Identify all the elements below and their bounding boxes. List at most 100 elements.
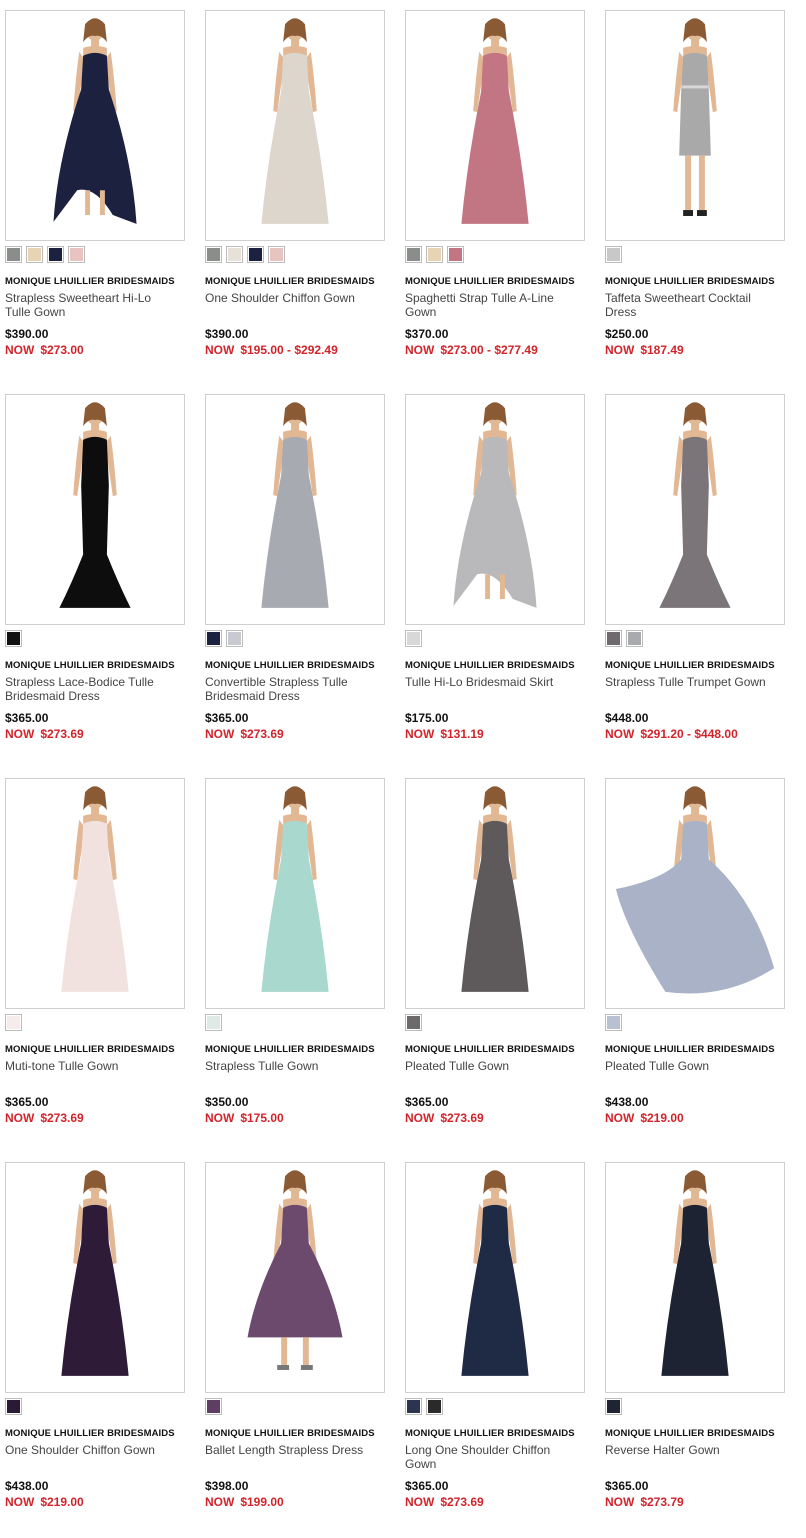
color-swatch[interactable] bbox=[626, 630, 643, 647]
product-name[interactable]: Long One Shoulder Chiffon Gown bbox=[405, 1443, 570, 1471]
brand-name[interactable]: MONIQUE LHUILLIER BRIDESMAIDS bbox=[5, 660, 195, 671]
color-swatch[interactable] bbox=[5, 246, 22, 263]
product-name[interactable]: Muti-tone Tulle Gown bbox=[5, 1059, 170, 1073]
product-card[interactable]: MONIQUE LHUILLIER BRIDESMAIDS Strapless T… bbox=[200, 768, 390, 1142]
brand-name[interactable]: MONIQUE LHUILLIER BRIDESMAIDS bbox=[5, 1428, 195, 1439]
color-swatch[interactable] bbox=[5, 630, 22, 647]
color-swatch[interactable] bbox=[226, 246, 243, 263]
product-image[interactable] bbox=[205, 778, 385, 1009]
brand-name[interactable]: MONIQUE LHUILLIER BRIDESMAIDS bbox=[205, 660, 395, 671]
product-card[interactable]: MONIQUE LHUILLIER BRIDESMAIDS Pleated Tul… bbox=[400, 768, 590, 1142]
sale-price-value: $273.69 bbox=[440, 1495, 484, 1509]
color-swatch[interactable] bbox=[268, 246, 285, 263]
brand-name[interactable]: MONIQUE LHUILLIER BRIDESMAIDS bbox=[405, 1044, 595, 1055]
product-image[interactable] bbox=[205, 1162, 385, 1393]
product-image[interactable] bbox=[5, 1162, 185, 1393]
brand-name[interactable]: MONIQUE LHUILLIER BRIDESMAIDS bbox=[205, 276, 395, 287]
color-swatch[interactable] bbox=[405, 246, 422, 263]
color-swatch[interactable] bbox=[5, 1014, 22, 1031]
sale-price: NOW $273.00 bbox=[5, 343, 84, 357]
product-image[interactable] bbox=[405, 10, 585, 241]
color-swatches bbox=[605, 246, 622, 263]
product-card[interactable]: MONIQUE LHUILLIER BRIDESMAIDS Muti-tone T… bbox=[0, 768, 190, 1142]
product-name[interactable]: Reverse Halter Gown bbox=[605, 1443, 770, 1457]
product-card[interactable]: MONIQUE LHUILLIER BRIDESMAIDS Tulle Hi-Lo… bbox=[400, 384, 590, 758]
product-image[interactable] bbox=[5, 778, 185, 1009]
color-swatch[interactable] bbox=[405, 1398, 422, 1415]
brand-name[interactable]: MONIQUE LHUILLIER BRIDESMAIDS bbox=[405, 1428, 595, 1439]
product-name[interactable]: Strapless Tulle Gown bbox=[205, 1059, 370, 1073]
product-image[interactable] bbox=[605, 778, 785, 1009]
color-swatches bbox=[205, 246, 285, 263]
product-name[interactable]: Spaghetti Strap Tulle A-Line Gown bbox=[405, 291, 570, 319]
product-card[interactable]: MONIQUE LHUILLIER BRIDESMAIDS Long One Sh… bbox=[400, 1152, 590, 1526]
product-name[interactable]: One Shoulder Chiffon Gown bbox=[205, 291, 370, 305]
color-swatch[interactable] bbox=[426, 1398, 443, 1415]
product-name[interactable]: Strapless Lace-Bodice Tulle Bridesmaid D… bbox=[5, 675, 170, 703]
product-image[interactable] bbox=[205, 394, 385, 625]
product-image[interactable] bbox=[405, 778, 585, 1009]
brand-name[interactable]: MONIQUE LHUILLIER BRIDESMAIDS bbox=[605, 1428, 795, 1439]
color-swatch[interactable] bbox=[205, 630, 222, 647]
color-swatch[interactable] bbox=[247, 246, 264, 263]
product-name[interactable]: Pleated Tulle Gown bbox=[405, 1059, 570, 1073]
product-name[interactable]: Tulle Hi-Lo Bridesmaid Skirt bbox=[405, 675, 570, 689]
color-swatch[interactable] bbox=[226, 630, 243, 647]
color-swatch[interactable] bbox=[405, 1014, 422, 1031]
original-price: $398.00 bbox=[205, 1479, 249, 1493]
color-swatch[interactable] bbox=[205, 1398, 222, 1415]
brand-name[interactable]: MONIQUE LHUILLIER BRIDESMAIDS bbox=[5, 276, 195, 287]
product-image[interactable] bbox=[605, 394, 785, 625]
product-image[interactable] bbox=[605, 10, 785, 241]
product-name[interactable]: Pleated Tulle Gown bbox=[605, 1059, 770, 1073]
brand-name[interactable]: MONIQUE LHUILLIER BRIDESMAIDS bbox=[405, 276, 595, 287]
product-card[interactable]: MONIQUE LHUILLIER BRIDESMAIDS Strapless L… bbox=[0, 384, 190, 758]
color-swatch[interactable] bbox=[405, 630, 422, 647]
product-card[interactable]: MONIQUE LHUILLIER BRIDESMAIDS One Shoulde… bbox=[0, 1152, 190, 1526]
product-card[interactable]: MONIQUE LHUILLIER BRIDESMAIDS One Shoulde… bbox=[200, 0, 390, 374]
product-image[interactable] bbox=[605, 1162, 785, 1393]
sale-price: NOW $273.69 bbox=[405, 1111, 484, 1125]
color-swatch[interactable] bbox=[447, 246, 464, 263]
brand-name[interactable]: MONIQUE LHUILLIER BRIDESMAIDS bbox=[5, 1044, 195, 1055]
product-image[interactable] bbox=[5, 10, 185, 241]
color-swatch[interactable] bbox=[47, 246, 64, 263]
product-card[interactable]: MONIQUE LHUILLIER BRIDESMAIDS Convertible… bbox=[200, 384, 390, 758]
color-swatch[interactable] bbox=[68, 246, 85, 263]
color-swatch[interactable] bbox=[605, 246, 622, 263]
product-name[interactable]: Strapless Sweetheart Hi-Lo Tulle Gown bbox=[5, 291, 170, 319]
color-swatch[interactable] bbox=[205, 1014, 222, 1031]
product-name[interactable]: Convertible Strapless Tulle Bridesmaid D… bbox=[205, 675, 370, 703]
product-name[interactable]: Strapless Tulle Trumpet Gown bbox=[605, 675, 770, 689]
product-image[interactable] bbox=[405, 1162, 585, 1393]
color-swatch[interactable] bbox=[205, 246, 222, 263]
product-card[interactable]: MONIQUE LHUILLIER BRIDESMAIDS Ballet Leng… bbox=[200, 1152, 390, 1526]
brand-name[interactable]: MONIQUE LHUILLIER BRIDESMAIDS bbox=[205, 1044, 395, 1055]
brand-name[interactable]: MONIQUE LHUILLIER BRIDESMAIDS bbox=[405, 660, 595, 671]
color-swatch[interactable] bbox=[426, 246, 443, 263]
product-name[interactable]: Ballet Length Strapless Dress bbox=[205, 1443, 370, 1457]
color-swatch[interactable] bbox=[605, 1014, 622, 1031]
product-name[interactable]: Taffeta Sweetheart Cocktail Dress bbox=[605, 291, 770, 319]
product-image[interactable] bbox=[5, 394, 185, 625]
product-image[interactable] bbox=[405, 394, 585, 625]
product-card[interactable]: MONIQUE LHUILLIER BRIDESMAIDS Strapless S… bbox=[0, 0, 190, 374]
product-card[interactable]: MONIQUE LHUILLIER BRIDESMAIDS Pleated Tul… bbox=[600, 768, 790, 1142]
color-swatch[interactable] bbox=[605, 1398, 622, 1415]
brand-name[interactable]: MONIQUE LHUILLIER BRIDESMAIDS bbox=[205, 1428, 395, 1439]
brand-name[interactable]: MONIQUE LHUILLIER BRIDESMAIDS bbox=[605, 1044, 795, 1055]
product-card[interactable]: MONIQUE LHUILLIER BRIDESMAIDS Spaghetti S… bbox=[400, 0, 590, 374]
product-card[interactable]: MONIQUE LHUILLIER BRIDESMAIDS Strapless T… bbox=[600, 384, 790, 758]
brand-name[interactable]: MONIQUE LHUILLIER BRIDESMAIDS bbox=[605, 660, 795, 671]
color-swatch[interactable] bbox=[26, 246, 43, 263]
original-price: $175.00 bbox=[405, 711, 449, 725]
brand-name[interactable]: MONIQUE LHUILLIER BRIDESMAIDS bbox=[605, 276, 795, 287]
color-swatch[interactable] bbox=[605, 630, 622, 647]
product-image[interactable] bbox=[205, 10, 385, 241]
product-card[interactable]: MONIQUE LHUILLIER BRIDESMAIDS Taffeta Swe… bbox=[600, 0, 790, 374]
product-name[interactable]: One Shoulder Chiffon Gown bbox=[5, 1443, 170, 1457]
color-swatch[interactable] bbox=[5, 1398, 22, 1415]
original-price: $365.00 bbox=[5, 711, 49, 725]
product-card[interactable]: MONIQUE LHUILLIER BRIDESMAIDS Reverse Hal… bbox=[600, 1152, 790, 1526]
sale-now-label: NOW bbox=[605, 1111, 635, 1125]
